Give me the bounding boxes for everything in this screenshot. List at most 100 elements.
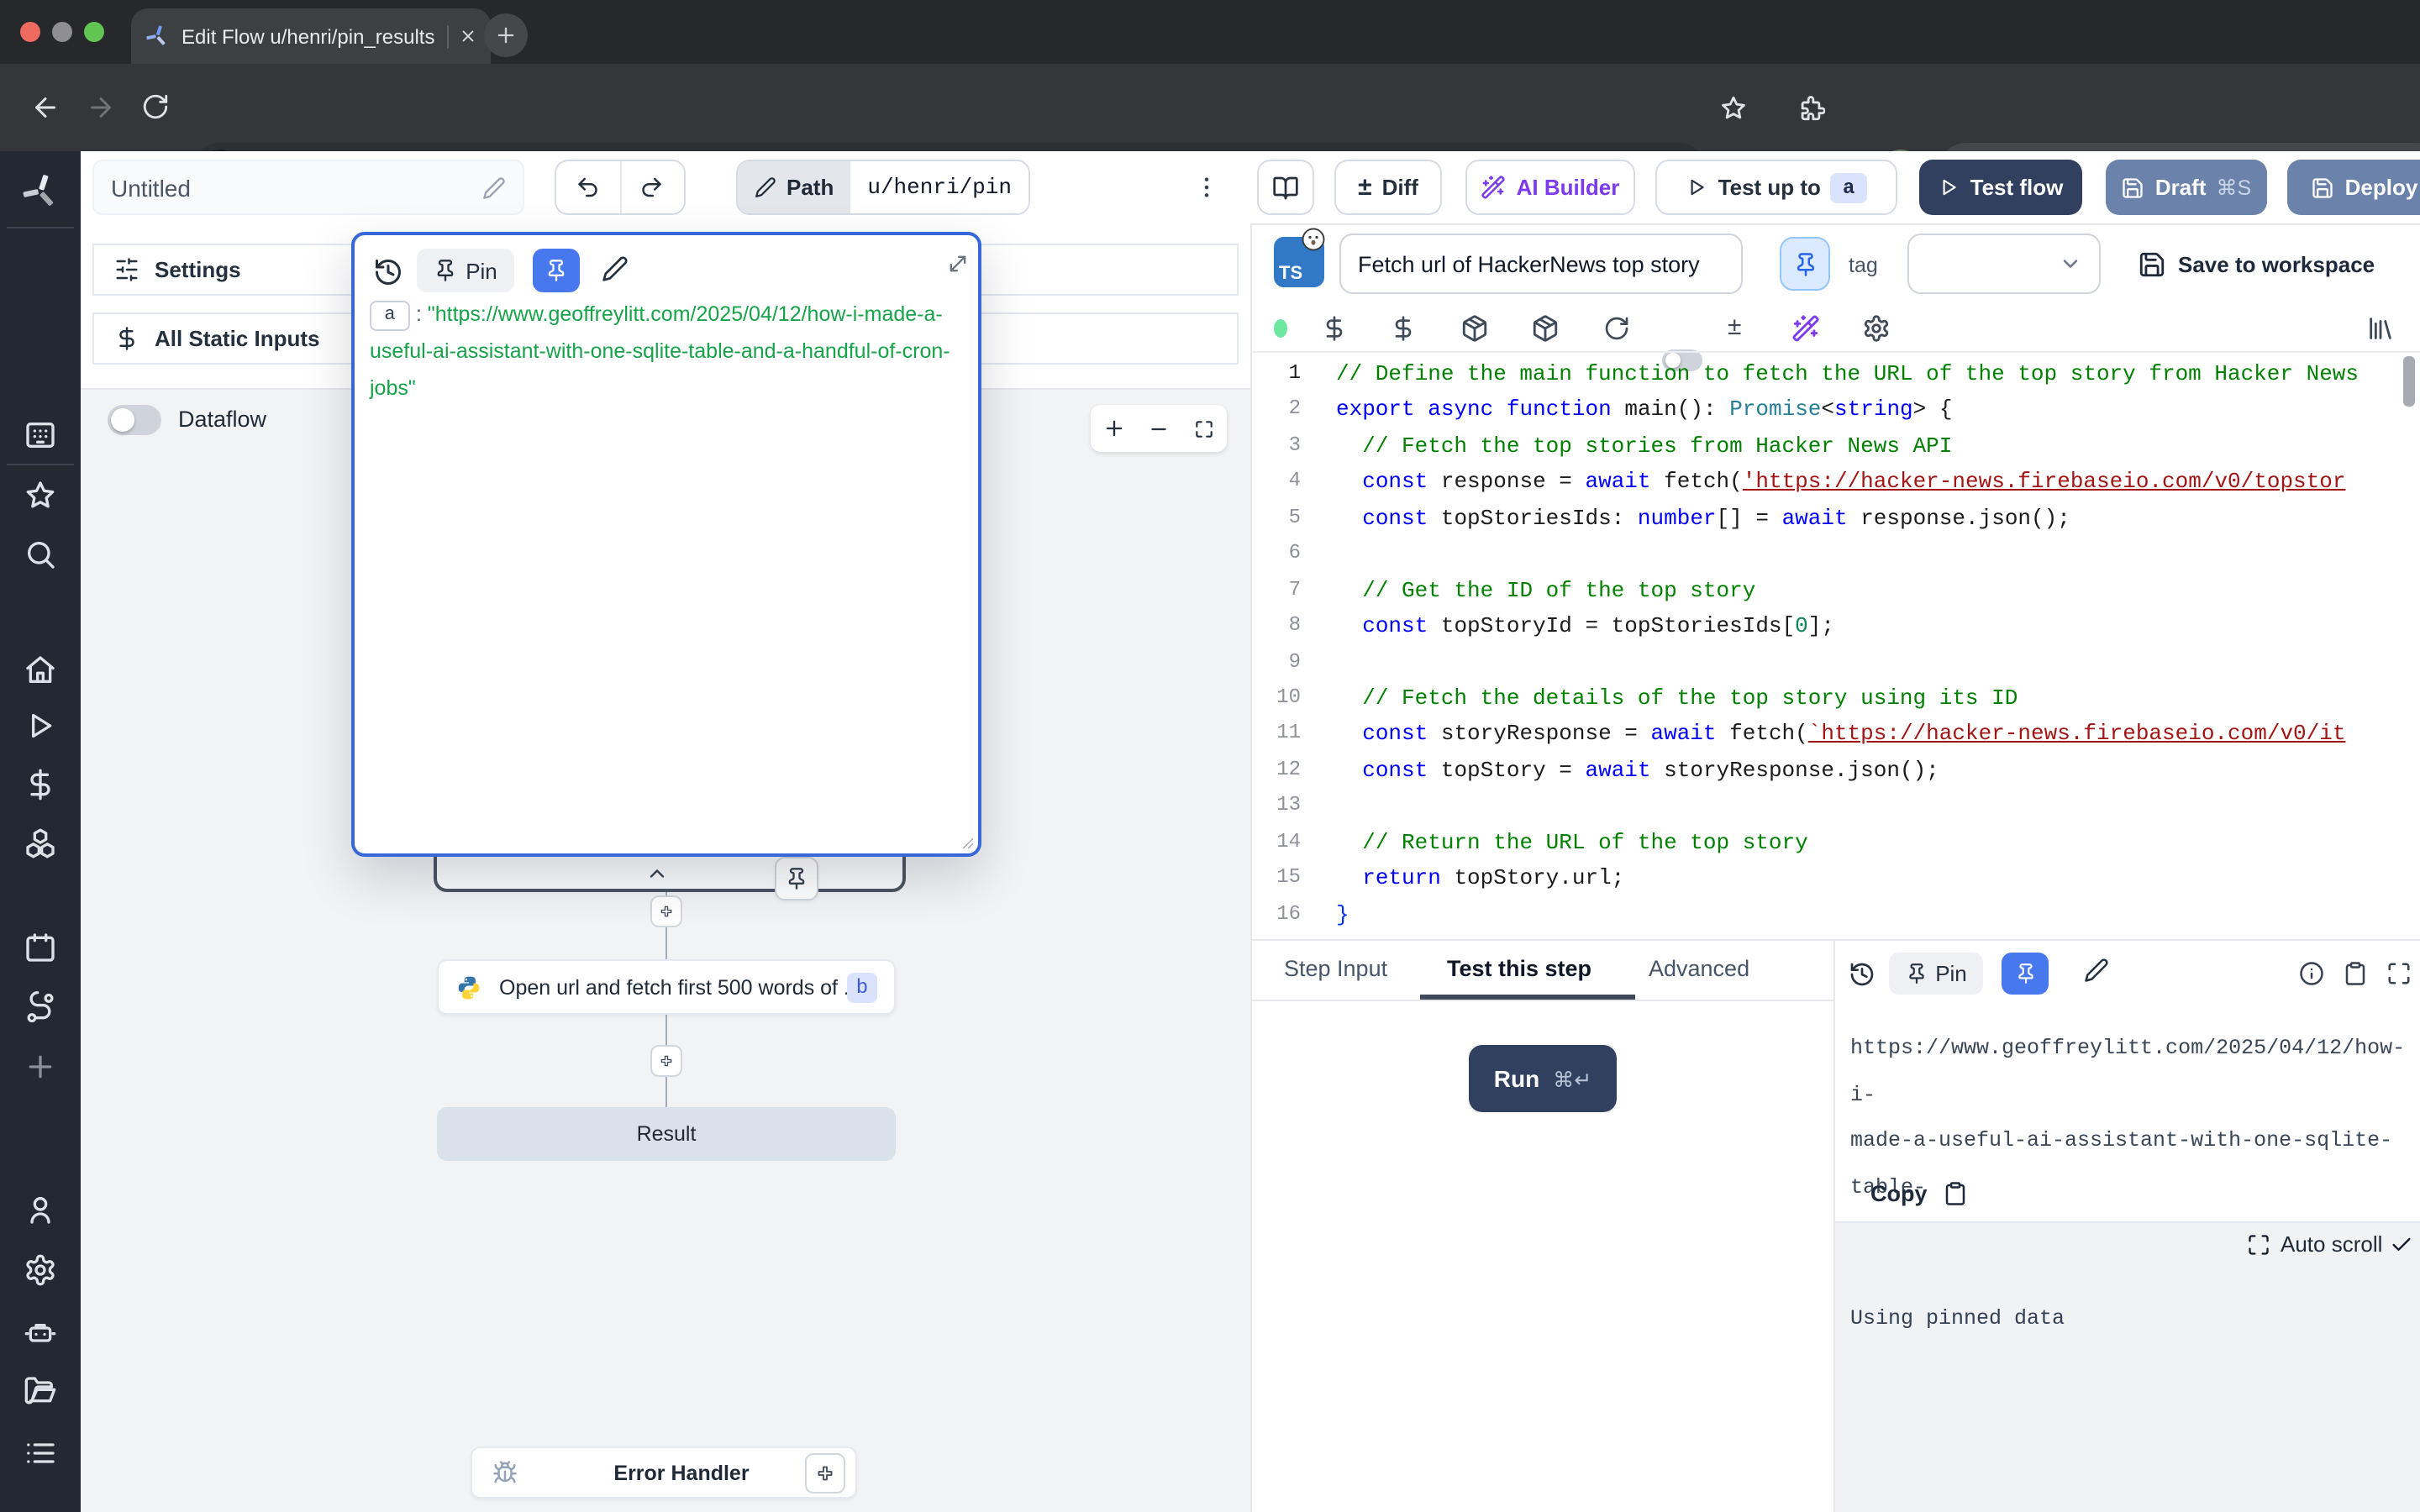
test-up-to-button[interactable]: Test up to a bbox=[1655, 160, 1897, 215]
window-zoom-button[interactable] bbox=[84, 22, 104, 42]
code-line[interactable]: const topStoriesIds: number[] = await re… bbox=[1336, 501, 2418, 537]
package-icon[interactable] bbox=[1460, 314, 1489, 343]
resources-dollar-icon[interactable] bbox=[1390, 314, 1417, 343]
redo-icon[interactable] bbox=[621, 175, 684, 200]
code-line[interactable]: // Define the main function to fetch the… bbox=[1336, 356, 2418, 392]
more-options-kebab-icon[interactable] bbox=[1193, 170, 1220, 205]
code-line[interactable] bbox=[1336, 644, 2418, 680]
diff-button[interactable]: ± Diff bbox=[1334, 160, 1442, 215]
editor-settings-gear-icon[interactable] bbox=[1862, 314, 1891, 343]
back-icon[interactable] bbox=[30, 92, 60, 123]
tab-close-icon[interactable] bbox=[459, 27, 477, 45]
runs-play-icon[interactable] bbox=[24, 709, 57, 743]
save-to-workspace-button[interactable]: Save to workspace bbox=[2178, 252, 2375, 277]
bookmark-star-icon[interactable] bbox=[1719, 94, 1748, 123]
result-pin-active-button[interactable] bbox=[2002, 953, 2049, 995]
add-step-button[interactable] bbox=[650, 895, 682, 927]
draft-button[interactable]: Draft ⌘S bbox=[2106, 160, 2267, 215]
code-lines[interactable]: // Define the main function to fetch the… bbox=[1336, 356, 2418, 934]
resources-cubes-icon[interactable] bbox=[24, 827, 57, 860]
expand-popup-icon[interactable] bbox=[946, 252, 970, 276]
dataflow-toggle[interactable] bbox=[108, 405, 161, 435]
path-group[interactable]: Path u/henri/pin bbox=[736, 160, 1030, 215]
new-tab-button[interactable] bbox=[484, 13, 528, 57]
package-icon[interactable] bbox=[1531, 314, 1560, 343]
forward-icon[interactable] bbox=[86, 92, 116, 123]
folders-icon[interactable] bbox=[24, 1374, 57, 1408]
test-flow-button[interactable]: Test flow bbox=[1919, 160, 2082, 215]
copy-button[interactable]: Copy bbox=[1870, 1181, 1928, 1206]
code-line[interactable]: // Fetch the top stories from Hacker New… bbox=[1336, 428, 2418, 465]
step-b-node[interactable]: Open url and fetch first 500 words of ..… bbox=[437, 959, 896, 1015]
resize-handle[interactable] bbox=[958, 833, 975, 850]
logs-list-icon[interactable] bbox=[24, 1436, 57, 1470]
tab-step-input[interactable]: Step Input bbox=[1284, 956, 1387, 981]
flows-route-icon[interactable] bbox=[24, 991, 57, 1025]
fit-view-icon[interactable] bbox=[1193, 417, 1215, 439]
deploy-button[interactable]: Deploy bbox=[2287, 160, 2420, 215]
undo-icon[interactable] bbox=[556, 175, 619, 200]
error-handler-node[interactable]: Error Handler bbox=[471, 1446, 857, 1499]
step-title-input[interactable]: Fetch url of HackerNews top story bbox=[1339, 234, 1743, 294]
code-line[interactable]: // Fetch the details of the top story us… bbox=[1336, 680, 2418, 717]
user-icon[interactable] bbox=[24, 1193, 57, 1226]
code-line[interactable]: const storyResponse = await fetch(`https… bbox=[1336, 717, 2418, 753]
window-close-button[interactable] bbox=[20, 22, 40, 42]
history-icon[interactable] bbox=[1849, 961, 1876, 988]
edit-name-pencil-icon[interactable] bbox=[482, 176, 506, 199]
result-pin-toggle-button[interactable]: Pin bbox=[1889, 953, 1983, 995]
library-icon[interactable] bbox=[2366, 314, 2395, 343]
tag-select[interactable] bbox=[1907, 234, 2101, 294]
code-line[interactable]: export async function main(): Promise<st… bbox=[1336, 392, 2418, 428]
reload-script-icon[interactable] bbox=[1603, 314, 1630, 343]
extensions-icon[interactable] bbox=[1797, 94, 1825, 123]
code-line[interactable]: const response = await fetch('https://ha… bbox=[1336, 465, 2418, 501]
tab-test-this-step[interactable]: Test this step bbox=[1447, 956, 1591, 981]
code-line[interactable]: } bbox=[1336, 896, 2418, 932]
expand-log-icon[interactable] bbox=[2247, 1233, 2270, 1257]
apps-icon[interactable] bbox=[24, 418, 57, 452]
star-icon[interactable] bbox=[24, 479, 57, 512]
pin-toggle-button[interactable]: Pin bbox=[417, 249, 514, 292]
code-line[interactable]: const topStoryId = topStoriesIds[0]; bbox=[1336, 608, 2418, 644]
tab-advanced[interactable]: Advanced bbox=[1649, 956, 1749, 981]
workers-robot-icon[interactable] bbox=[24, 1315, 57, 1349]
browser-tab[interactable]: Edit Flow u/henri/pin_results bbox=[131, 8, 491, 64]
settings-gear-icon[interactable] bbox=[24, 1253, 57, 1287]
ai-builder-button[interactable]: AI Builder bbox=[1465, 160, 1635, 215]
add-error-handler-button[interactable] bbox=[805, 1453, 845, 1494]
code-line[interactable]: const topStory = await storyResponse.jso… bbox=[1336, 753, 2418, 789]
search-icon[interactable] bbox=[24, 538, 57, 571]
run-button[interactable]: Run ⌘↵ bbox=[1469, 1045, 1617, 1112]
code-line[interactable]: // Return the URL of the top story bbox=[1336, 824, 2418, 860]
result-node[interactable]: Result bbox=[437, 1107, 896, 1161]
home-icon[interactable] bbox=[24, 654, 57, 687]
window-minimize-button[interactable] bbox=[52, 22, 72, 42]
code-line[interactable] bbox=[1336, 789, 2418, 825]
editor-scrollbar[interactable] bbox=[2403, 356, 2415, 407]
copy-clipboard-icon[interactable] bbox=[1943, 1181, 1968, 1206]
pin-active-button[interactable] bbox=[533, 249, 580, 292]
edit-pin-pencil-icon[interactable] bbox=[2084, 958, 2109, 983]
windmill-logo[interactable] bbox=[20, 171, 60, 212]
zoom-out-icon[interactable] bbox=[1149, 417, 1171, 439]
code-line[interactable]: // Get the ID of the top story bbox=[1336, 572, 2418, 608]
history-icon[interactable] bbox=[373, 257, 403, 287]
create-plus-icon[interactable] bbox=[24, 1050, 57, 1084]
expand-result-icon[interactable] bbox=[2386, 961, 2412, 986]
variables-dollar-icon[interactable] bbox=[24, 768, 57, 801]
schedules-calendar-icon[interactable] bbox=[24, 931, 57, 964]
input-pin-badge[interactable] bbox=[775, 857, 818, 900]
reload-icon[interactable] bbox=[141, 92, 170, 121]
code-line[interactable]: return topStory.url; bbox=[1336, 860, 2418, 896]
code-line[interactable] bbox=[1336, 536, 2418, 572]
info-icon[interactable] bbox=[2299, 961, 2324, 986]
ai-wand-icon[interactable] bbox=[1791, 314, 1820, 343]
step-pin-button[interactable] bbox=[1780, 237, 1830, 291]
add-step-button[interactable] bbox=[650, 1045, 682, 1077]
flow-name-input[interactable]: Untitled bbox=[92, 160, 524, 215]
copy-result-clipboard-icon[interactable] bbox=[2343, 961, 2368, 986]
docs-button[interactable] bbox=[1257, 160, 1314, 215]
edit-pin-pencil-icon[interactable] bbox=[602, 255, 629, 282]
diff-plusminus-icon[interactable]: ± bbox=[1728, 312, 1741, 341]
